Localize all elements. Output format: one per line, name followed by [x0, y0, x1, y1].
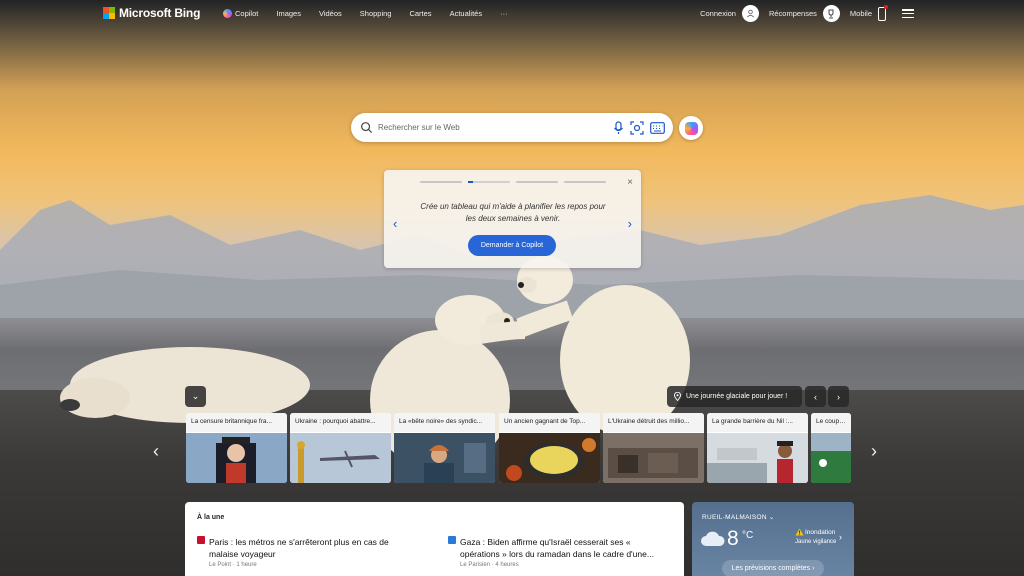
- card-image: [499, 433, 600, 483]
- news-title[interactable]: Gaza : Biden affirme qu'Israël cesserait…: [460, 536, 668, 560]
- copilot-icon: [223, 9, 232, 18]
- news-card[interactable]: La censure britannique fra...: [186, 413, 287, 483]
- nav-label: Vidéos: [318, 9, 342, 18]
- account-nav: Connexion Récompenses Mobile: [700, 4, 888, 22]
- card-title: L'Ukraine détruit des millio...: [603, 413, 704, 432]
- bing-logo[interactable]: Microsoft Bing: [103, 6, 200, 20]
- search-box: [351, 113, 673, 142]
- nav-label: Shopping: [359, 9, 392, 18]
- card-title: Ukraine : pourquoi abattre...: [290, 413, 391, 432]
- chevron-right-icon[interactable]: ›: [628, 216, 632, 231]
- image-info-pill[interactable]: Une journée glaciale pour jouer !: [667, 386, 802, 407]
- card-title: La censure britannique fra...: [186, 413, 287, 432]
- logo-text: Microsoft Bing: [119, 6, 201, 20]
- indicator[interactable]: [420, 181, 462, 183]
- news-meta: Le Point · 1 heure: [209, 562, 257, 568]
- news-title[interactable]: Paris : les métros ne s'arrêteront plus …: [209, 536, 417, 560]
- nav-label: Cartes: [409, 9, 432, 18]
- card-title: Un ancien gagnant de Top...: [499, 413, 600, 432]
- microphone-icon[interactable]: [613, 120, 624, 135]
- card-image: [394, 433, 495, 483]
- nav-label: Images: [276, 9, 301, 18]
- card-title: La «bête noire» des syndic...: [394, 413, 495, 432]
- news-card[interactable]: Ukraine : pourquoi abattre...: [290, 413, 391, 483]
- news-card[interactable]: Le coup de...: [811, 413, 851, 483]
- chevron-right-icon[interactable]: ›: [839, 532, 842, 542]
- card-title: Le coup de...: [811, 413, 851, 432]
- weather-location-label: RUEIL-MALMAISON: [702, 514, 767, 521]
- nav-shopping[interactable]: Shopping: [360, 9, 392, 18]
- nav-label: Copilot: [235, 9, 259, 18]
- carousel-prev-icon[interactable]: ‹: [153, 441, 159, 462]
- indicator[interactable]: [564, 181, 606, 183]
- source-logo-icon: [448, 536, 456, 544]
- nav-news[interactable]: Actualités: [450, 9, 483, 18]
- top-stories-heading: À la une: [197, 514, 225, 521]
- indicator-active[interactable]: [468, 181, 510, 183]
- top-stories-panel: À la une Paris : les métros ne s'arrêter…: [185, 502, 684, 576]
- close-icon[interactable]: ×: [627, 177, 633, 188]
- warning-icon: [795, 528, 804, 536]
- news-card[interactable]: Un ancien gagnant de Top...: [499, 413, 600, 483]
- indicator[interactable]: [516, 181, 558, 183]
- mobile-link[interactable]: Mobile: [850, 9, 872, 18]
- weather-panel[interactable]: RUEIL-MALMAISON ⌄ 8 °C Inondation Jaune …: [692, 502, 854, 576]
- carousel-indicators: [420, 181, 606, 183]
- microsoft-logo-icon: [103, 7, 115, 19]
- card-image: [811, 433, 851, 483]
- nav-maps[interactable]: Cartes: [409, 9, 431, 18]
- collapse-chevron-icon[interactable]: ⌄: [185, 386, 206, 407]
- background-photo: [0, 0, 1024, 576]
- nav-label: Actualités: [449, 9, 483, 18]
- keyboard-icon[interactable]: [650, 121, 665, 134]
- weather-temperature: 8: [727, 527, 739, 550]
- next-image-button[interactable]: ›: [828, 386, 849, 407]
- alert-subtitle: Jaune vigilance: [795, 539, 837, 545]
- nav-videos[interactable]: Vidéos: [319, 9, 342, 18]
- nav-images[interactable]: Images: [276, 9, 301, 18]
- card-title: La grande barrière du Nil :...: [707, 413, 808, 432]
- menu-icon[interactable]: [902, 9, 914, 18]
- weather-unit: °C: [742, 530, 754, 541]
- copilot-suggestion-card: × ‹ Crée un tableau qui m'aide à planifi…: [384, 170, 641, 268]
- phone-icon[interactable]: [878, 4, 888, 21]
- news-item[interactable]: Paris : les métros ne s'arrêteront plus …: [197, 536, 417, 568]
- news-item[interactable]: Gaza : Biden affirme qu'Israël cesserait…: [448, 536, 668, 568]
- card-image: [290, 433, 391, 483]
- nav-more[interactable]: ···: [500, 9, 508, 18]
- avatar-icon[interactable]: [741, 5, 759, 22]
- signin-link[interactable]: Connexion: [700, 9, 736, 18]
- full-forecast-button[interactable]: Les prévisions complètes ›: [722, 560, 824, 576]
- rewards-link[interactable]: Récompenses: [769, 9, 817, 18]
- news-card[interactable]: La grande barrière du Nil :...: [707, 413, 808, 483]
- news-meta: Le Parisien · 4 heures: [460, 562, 519, 568]
- visual-search-icon[interactable]: [630, 120, 644, 135]
- news-card[interactable]: L'Ukraine détruit des millio...: [603, 413, 704, 483]
- copilot-button[interactable]: [679, 116, 703, 140]
- news-card[interactable]: La «bête noire» des syndic...: [394, 413, 495, 483]
- search-tools: [613, 120, 665, 135]
- top-bar: Microsoft Bing Copilot Images Vidéos Sho…: [0, 0, 1024, 28]
- ask-copilot-button[interactable]: Demander à Copilot: [468, 235, 556, 256]
- alert-title: Inondation: [805, 529, 836, 536]
- chevron-left-icon[interactable]: ‹: [393, 216, 397, 231]
- nav-label: ···: [500, 9, 508, 18]
- card-image: [603, 433, 704, 483]
- prev-image-button[interactable]: ‹: [805, 386, 826, 407]
- card-image: [186, 433, 287, 483]
- carousel-next-icon[interactable]: ›: [871, 441, 877, 462]
- image-info-label: Une journée glaciale pour jouer !: [686, 393, 788, 400]
- search-icon[interactable]: [360, 121, 373, 134]
- cloud-icon: [701, 531, 725, 546]
- location-pin-icon: [674, 392, 681, 401]
- main-nav: Copilot Images Vidéos Shopping Cartes Ac…: [223, 9, 526, 18]
- suggestion-text: Crée un tableau qui m'aide à planifier l…: [420, 202, 606, 223]
- nav-copilot[interactable]: Copilot: [223, 9, 258, 18]
- trophy-icon[interactable]: [822, 5, 840, 22]
- card-image: [707, 433, 808, 483]
- search-input[interactable]: [378, 123, 613, 132]
- copilot-icon: [684, 121, 698, 135]
- source-logo-icon: [197, 536, 205, 544]
- weather-location[interactable]: RUEIL-MALMAISON ⌄: [702, 513, 775, 521]
